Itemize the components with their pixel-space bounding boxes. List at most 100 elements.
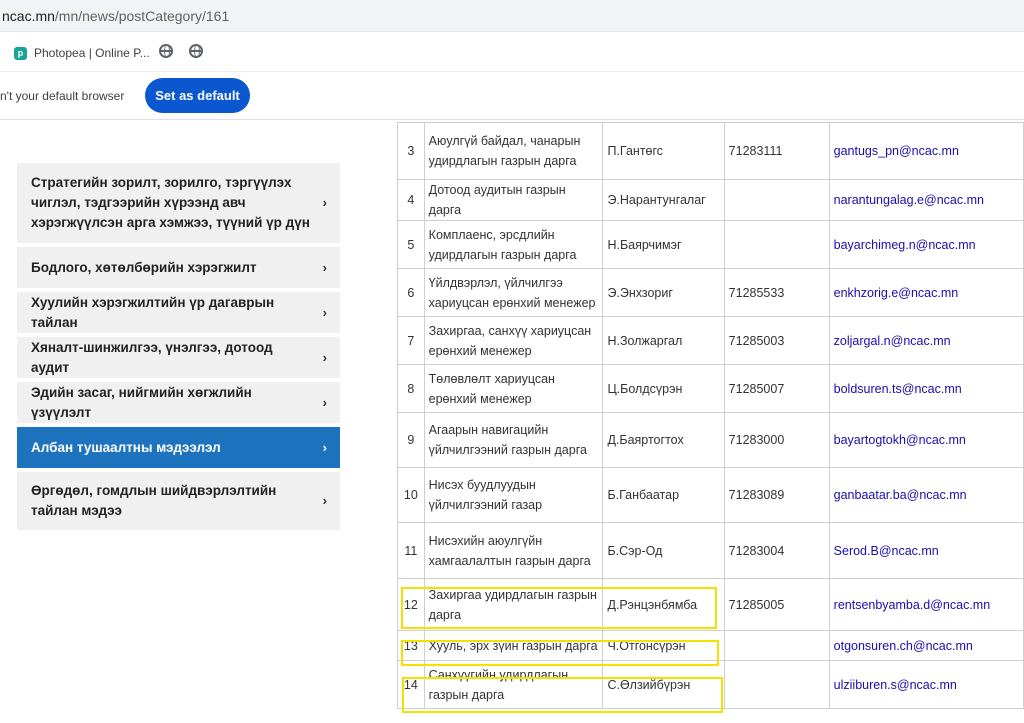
bookmark-globe-2[interactable] xyxy=(189,44,203,58)
position-cell: Нисэхийн аюулгүйн хамгаалалтын газрын да… xyxy=(423,522,604,579)
email-link[interactable]: narantungalag.e@ncac.mn xyxy=(828,179,1024,221)
position-cell: Нисэх буудлуудын үйлчилгээний газар xyxy=(423,467,604,523)
set-as-default-button[interactable]: Set as default xyxy=(145,78,250,113)
chevron-right-icon: › xyxy=(322,304,327,320)
menu-item-complaints[interactable]: Өргөдөл, гомдлын шийдвэрлэлтийн тайлан м… xyxy=(17,472,340,530)
row-number: 3 xyxy=(397,122,425,180)
photopea-icon: p xyxy=(14,46,27,60)
table-row: 13 Хууль, эрх зүйн газрын дарга Ч.Отгонсүр… xyxy=(397,630,1024,661)
menu-item-label: Эдийн засаг, нийгмийн хөгжлийн үзүүлэлт xyxy=(31,384,252,420)
table-row: 5 Комплаенс, эрсдлийн удирдлагын газрын д… xyxy=(397,220,1024,269)
bookmark-globe-1[interactable] xyxy=(159,44,173,58)
position-cell: Дотоод аудитын газрын дарга xyxy=(423,179,604,221)
position-cell: Агаарын навигацийн үйлчилгээний газрын д… xyxy=(423,412,604,468)
email-link[interactable]: rentsenbyamba.d@ncac.mn xyxy=(828,578,1024,631)
name-cell: Н.Золжаргал xyxy=(602,316,725,365)
position-cell: Комплаенс, эрсдлийн удирдлагын газрын да… xyxy=(423,220,604,269)
bookmark-photopea-label: Photopea | Online P... xyxy=(34,46,150,60)
menu-item-audit[interactable]: Хяналт-шинжилгээ, үнэлгээ, дотоод аудит … xyxy=(17,337,340,378)
position-cell: Аюулгүй байдал, чанарын удирдлагын газры… xyxy=(423,122,604,180)
phone-cell xyxy=(723,179,830,221)
name-cell: Э.Энхзориг xyxy=(602,268,725,317)
phone-cell: 71285533 xyxy=(723,268,830,317)
phone-cell xyxy=(723,660,830,709)
name-cell: Б.Ганбаатар xyxy=(602,467,725,523)
menu-item-economy[interactable]: Эдийн засаг, нийгмийн хөгжлийн үзүүлэлт … xyxy=(17,382,340,423)
phone-cell: 71285005 xyxy=(723,578,830,631)
phone-cell: 71283089 xyxy=(723,467,830,523)
chevron-right-icon: › xyxy=(322,493,327,508)
table-row: 14 Санхүүгийн удирдлагын газрын дарга С.Өл… xyxy=(397,660,1024,709)
officials-table-body: 3 Аюулгүй байдал, чанарын удирдлагын газр… xyxy=(397,122,1024,709)
table-row: 7 Захиргаа, санхүү хариуцсан ерөнхий мене… xyxy=(397,316,1024,365)
row-number: 14 xyxy=(397,660,425,709)
phone-cell: 71285007 xyxy=(723,364,830,413)
table-row: 4 Дотоод аудитын газрын дарга Э.Нарантунга… xyxy=(397,179,1024,221)
row-number: 5 xyxy=(397,220,425,269)
row-number: 6 xyxy=(397,268,425,317)
infobar-message: n't your default browser xyxy=(0,89,125,103)
email-link[interactable]: ulziiburen.s@ncac.mn xyxy=(828,660,1024,709)
globe-icon xyxy=(189,44,203,58)
menu-item-strategy[interactable]: Стратегийн зорилт, зорилго, тэргүүлэх чи… xyxy=(17,163,340,243)
email-link[interactable]: bayartogtokh@ncac.mn xyxy=(828,412,1024,468)
name-cell: Д.Рэнцэнбямба xyxy=(602,578,725,631)
menu-item-label: Бодлого, хөтөлбөрийн хэрэгжилт xyxy=(31,259,257,275)
name-cell: Э.Нарантунгалаг xyxy=(602,179,725,221)
email-link[interactable]: boldsuren.ts@ncac.mn xyxy=(828,364,1024,413)
officials-table: 3 Аюулгүй байдал, чанарын удирдлагын газр… xyxy=(397,122,1024,709)
category-menu: Стратегийн зорилт, зорилго, тэргүүлэх чи… xyxy=(17,163,340,534)
email-link[interactable]: zoljargal.n@ncac.mn xyxy=(828,316,1024,365)
row-number: 11 xyxy=(397,522,425,579)
email-link[interactable]: gantugs_pn@ncac.mn xyxy=(828,122,1024,180)
menu-item-label: Хуулийн хэрэгжилтийн үр дагаврын тайлан xyxy=(31,294,275,330)
menu-item-officials-info[interactable]: Албан тушаалтны мэдээлэл › xyxy=(17,427,340,468)
row-number: 4 xyxy=(397,179,425,221)
row-number: 8 xyxy=(397,364,425,413)
chevron-right-icon: › xyxy=(322,394,327,410)
phone-cell: 71283004 xyxy=(723,522,830,579)
name-cell: П.Гантөгс xyxy=(602,122,725,180)
email-link[interactable]: otgonsuren.ch@ncac.mn xyxy=(828,630,1024,661)
table-row: 11 Нисэхийн аюулгүйн хамгаалалтын газрын … xyxy=(397,522,1024,579)
row-number: 12 xyxy=(397,578,425,631)
address-bar[interactable]: ncac.mn/mn/news/postCategory/161 xyxy=(0,0,1024,32)
table-row: 6 Үйлдвэрлэл, үйлчилгээ хариуцсан ерөнхий… xyxy=(397,268,1024,317)
email-link[interactable]: ganbaatar.ba@ncac.mn xyxy=(828,467,1024,523)
name-cell: Б.Сэр-Од xyxy=(602,522,725,579)
url-text[interactable]: ncac.mn/mn/news/postCategory/161 xyxy=(2,8,229,24)
name-cell: С.Өлзийбүрэн xyxy=(602,660,725,709)
position-cell: Захиргаа удирдлагын газрын дарга xyxy=(423,578,604,631)
position-cell: Төлөвлөлт хариуцсан ерөнхий менежер xyxy=(423,364,604,413)
row-number: 10 xyxy=(397,467,425,523)
row-number: 9 xyxy=(397,412,425,468)
menu-item-label: Хяналт-шинжилгээ, үнэлгээ, дотоод аудит xyxy=(31,339,273,375)
menu-item-policy[interactable]: Бодлого, хөтөлбөрийн хэрэгжилт › xyxy=(17,247,340,288)
phone-cell: 71285003 xyxy=(723,316,830,365)
chevron-right-icon: › xyxy=(322,195,327,210)
table-row: 8 Төлөвлөлт хариуцсан ерөнхий менежер Ц.Бо… xyxy=(397,364,1024,413)
table-row: 10 Нисэх буудлуудын үйлчилгээний газар Б.Г… xyxy=(397,467,1024,523)
phone-cell xyxy=(723,220,830,269)
email-link[interactable]: Serod.B@ncac.mn xyxy=(828,522,1024,579)
table-row: 9 Агаарын навигацийн үйлчилгээний газрын … xyxy=(397,412,1024,468)
name-cell: Ч.Отгонсүрэн xyxy=(602,630,725,661)
bookmarks-bar: p Photopea | Online P... xyxy=(0,32,1024,72)
url-path: /mn/news/postCategory/161 xyxy=(54,8,230,24)
menu-item-law-report[interactable]: Хуулийн хэрэгжилтийн үр дагаврын тайлан … xyxy=(17,292,340,333)
email-link[interactable]: enkhzorig.e@ncac.mn xyxy=(828,268,1024,317)
url-host: ncac.mn xyxy=(2,8,55,24)
table-row: 3 Аюулгүй байдал, чанарын удирдлагын газр… xyxy=(397,122,1024,180)
name-cell: Ц.Болдсүрэн xyxy=(602,364,725,413)
menu-item-label: Өргөдөл, гомдлын шийдвэрлэлтийн тайлан м… xyxy=(31,483,277,518)
position-cell: Үйлдвэрлэл, үйлчилгээ хариуцсан ерөнхий … xyxy=(423,268,604,317)
chevron-right-icon: › xyxy=(322,439,327,455)
position-cell: Санхүүгийн удирдлагын газрын дарга xyxy=(423,660,604,709)
bookmark-photopea[interactable]: p Photopea | Online P... xyxy=(14,44,150,62)
phone-cell: 71283000 xyxy=(723,412,830,468)
email-link[interactable]: bayarchimeg.n@ncac.mn xyxy=(828,220,1024,269)
chevron-right-icon: › xyxy=(322,259,327,275)
position-cell: Захиргаа, санхүү хариуцсан ерөнхий менеж… xyxy=(423,316,604,365)
menu-item-label: Стратегийн зорилт, зорилго, тэргүүлэх чи… xyxy=(31,175,310,230)
name-cell: Д.Баяртогтох xyxy=(602,412,725,468)
